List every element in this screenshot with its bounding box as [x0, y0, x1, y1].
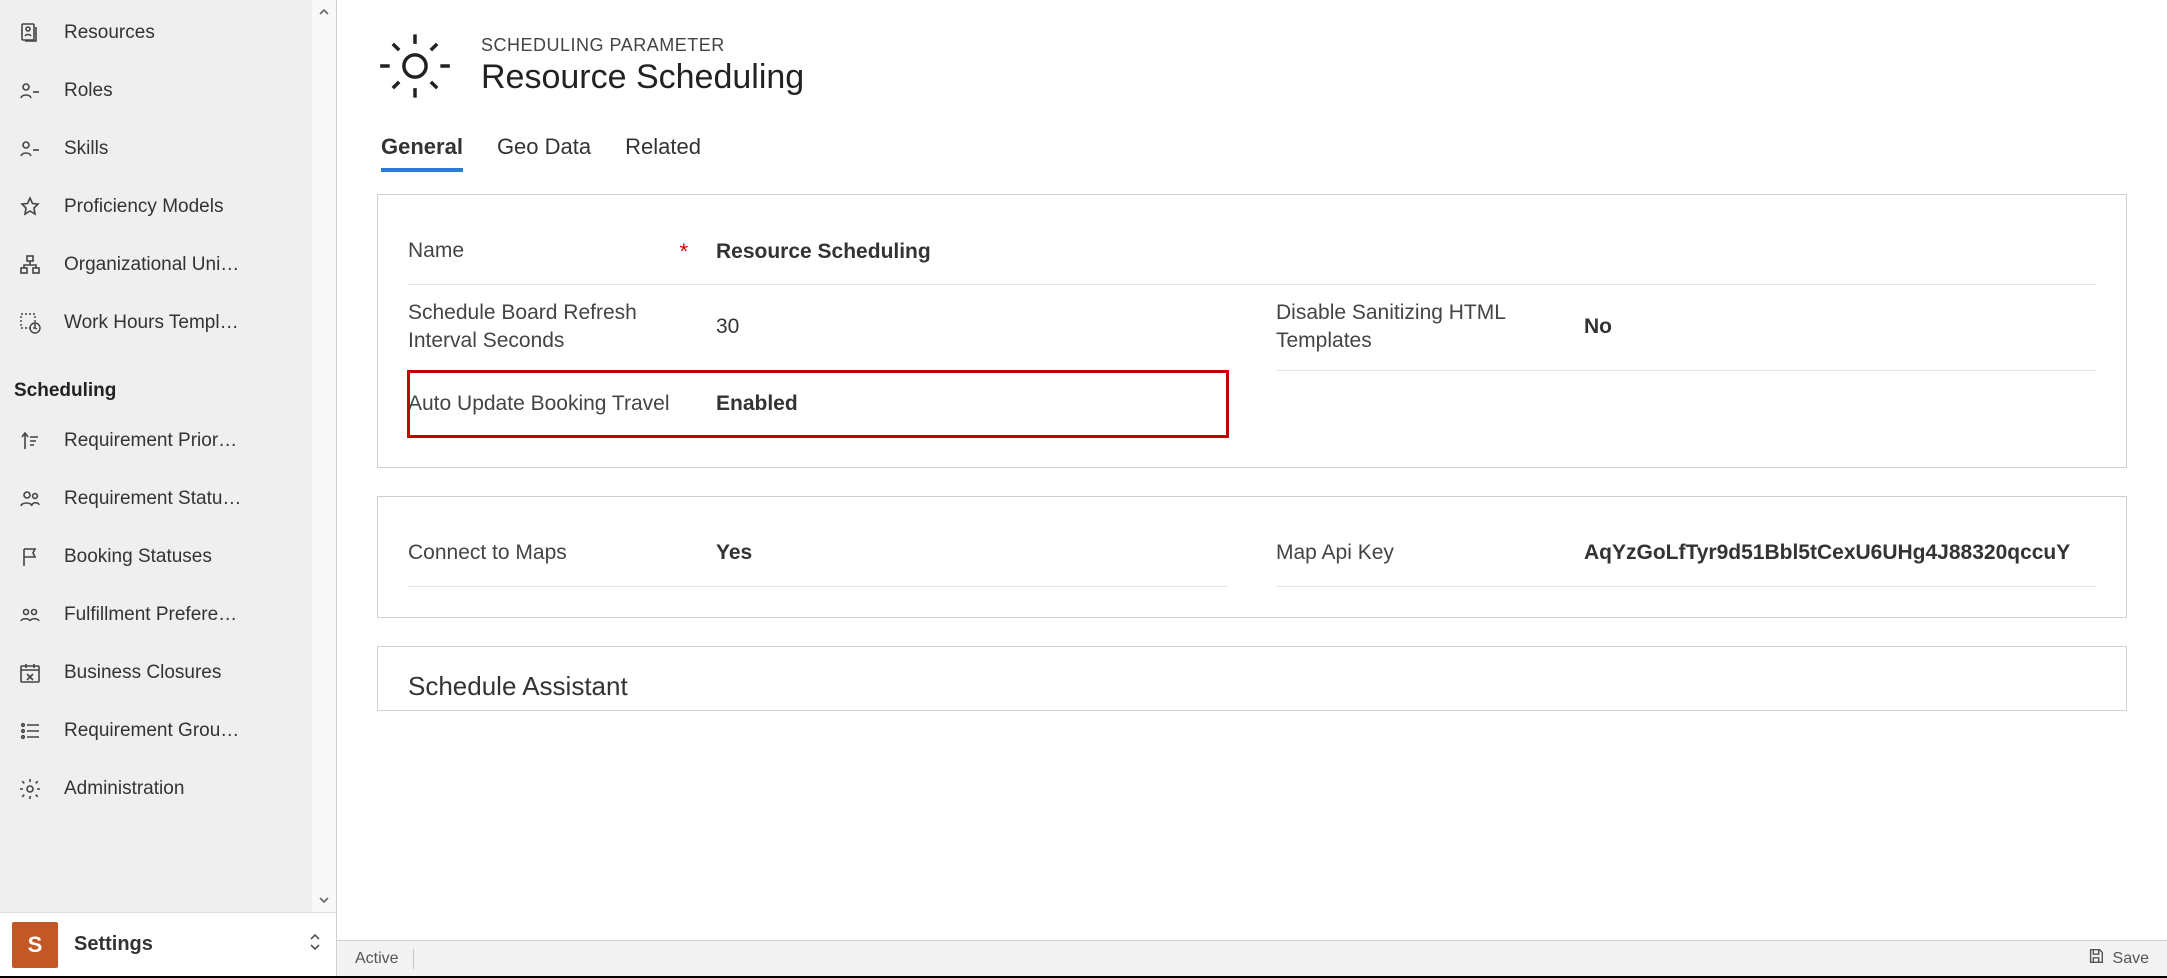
app-root: Resources Roles Skills Proficiency Model…: [0, 0, 2167, 978]
save-icon: [2087, 947, 2105, 970]
required-indicator: *: [679, 237, 688, 267]
calendar-x-icon: [16, 659, 44, 687]
nav-skills-label: Skills: [64, 138, 108, 160]
flag-icon: [16, 543, 44, 571]
gear-large-icon: [377, 28, 453, 104]
save-button-label: Save: [2113, 950, 2149, 968]
nav-skills[interactable]: Skills: [0, 120, 336, 178]
field-name-value: Resource Scheduling: [708, 240, 2096, 264]
nav-fulfillment-pref[interactable]: Fulfillment Prefere…: [0, 586, 336, 644]
sidebar-scroll-down[interactable]: [312, 888, 336, 912]
area-badge: S: [12, 922, 58, 968]
field-empty: [1276, 371, 2096, 437]
nav-administration-label: Administration: [64, 778, 184, 800]
nav-work-hours-label: Work Hours Templ…: [64, 312, 239, 334]
field-apikey-value: AqYzGoLfTyr9d51Bbl5tCexU6UHg4J88320qccuY: [1576, 541, 2096, 565]
field-sanitize-label: Disable Sanitizing HTML Templates: [1276, 299, 1556, 356]
nav-resources[interactable]: Resources: [0, 4, 336, 62]
statusbar: Active Save: [337, 940, 2167, 976]
main: SCHEDULING PARAMETER Resource Scheduling…: [336, 0, 2167, 976]
roles-icon: [16, 77, 44, 105]
field-refresh-interval[interactable]: Schedule Board Refresh Interval Seconds …: [408, 285, 1228, 371]
priority-icon: [16, 427, 44, 455]
page-eyebrow: SCHEDULING PARAMETER: [481, 35, 804, 56]
sidebar: Resources Roles Skills Proficiency Model…: [0, 0, 336, 976]
statusbar-separator: [413, 949, 414, 969]
field-refresh-label: Schedule Board Refresh Interval Seconds: [408, 299, 688, 356]
field-map-api-key[interactable]: Map Api Key AqYzGoLfTyr9d51Bbl5tCexU6UHg…: [1276, 521, 2096, 587]
area-label: Settings: [74, 933, 153, 956]
org-icon: [16, 251, 44, 279]
field-refresh-value: 30: [708, 315, 1228, 339]
nav-roles-label: Roles: [64, 80, 113, 102]
nav-roles[interactable]: Roles: [0, 62, 336, 120]
area-switcher[interactable]: S Settings: [0, 912, 336, 976]
field-auto-label: Auto Update Booking Travel: [408, 390, 688, 418]
field-auto-update-travel[interactable]: Auto Update Booking Travel Enabled: [408, 371, 1228, 437]
nav-proficiency-label: Proficiency Models: [64, 196, 223, 218]
sidebar-scroll-up[interactable]: [312, 0, 336, 24]
field-disable-sanitize[interactable]: Disable Sanitizing HTML Templates No: [1276, 285, 2096, 371]
sidebar-scroll-arrows: [312, 0, 336, 912]
nav-administration[interactable]: Administration: [0, 760, 336, 818]
nav-req-groups-label: Requirement Grou…: [64, 720, 239, 742]
section-general: Name * Resource Scheduling Schedule Boar…: [377, 194, 2127, 468]
nav-work-hours[interactable]: Work Hours Templ…: [0, 294, 336, 352]
nav-group-scheduling: Scheduling: [0, 352, 336, 412]
section-schedule-assistant-title: Schedule Assistant: [408, 671, 2096, 702]
page-title: Resource Scheduling: [481, 58, 804, 97]
updown-icon: [308, 932, 322, 958]
field-connect-maps[interactable]: Connect to Maps Yes: [408, 521, 1228, 587]
nav-proficiency[interactable]: Proficiency Models: [0, 178, 336, 236]
section-maps: Connect to Maps Yes Map Api Key AqYzGoLf…: [377, 496, 2127, 618]
nav-req-statuses[interactable]: Requirement Statu…: [0, 470, 336, 528]
nav-business-closures-label: Business Closures: [64, 662, 221, 684]
main-scroll[interactable]: SCHEDULING PARAMETER Resource Scheduling…: [337, 0, 2167, 940]
nav-req-priorities[interactable]: Requirement Prior…: [0, 412, 336, 470]
tab-related[interactable]: Related: [625, 134, 701, 172]
field-auto-value: Enabled: [708, 392, 1228, 416]
tab-geo-data[interactable]: Geo Data: [497, 134, 591, 172]
nav-resources-label: Resources: [64, 22, 155, 44]
people-icon: [16, 485, 44, 513]
nav-booking-statuses-label: Booking Statuses: [64, 546, 212, 568]
field-name[interactable]: Name * Resource Scheduling: [408, 219, 2096, 285]
group-icon: [16, 601, 44, 629]
nav-fulfillment-pref-label: Fulfillment Prefere…: [64, 604, 237, 626]
gear-icon: [16, 775, 44, 803]
clock-box-icon: [16, 309, 44, 337]
nav-booking-statuses[interactable]: Booking Statuses: [0, 528, 336, 586]
nav-org-units-label: Organizational Uni…: [64, 254, 239, 276]
nav-req-groups[interactable]: Requirement Grou…: [0, 702, 336, 760]
field-name-label: Name *: [408, 237, 688, 267]
field-maps-label: Connect to Maps: [408, 539, 688, 567]
field-apikey-label: Map Api Key: [1276, 539, 1556, 567]
page-header: SCHEDULING PARAMETER Resource Scheduling: [377, 28, 2127, 104]
field-maps-value: Yes: [708, 541, 1228, 565]
sidebar-scroll[interactable]: Resources Roles Skills Proficiency Model…: [0, 0, 336, 912]
nav-req-statuses-label: Requirement Statu…: [64, 488, 241, 510]
nav-org-units[interactable]: Organizational Uni…: [0, 236, 336, 294]
nav-req-priorities-label: Requirement Prior…: [64, 430, 237, 452]
list-icon: [16, 717, 44, 745]
star-icon: [16, 193, 44, 221]
field-sanitize-value: No: [1576, 315, 2096, 339]
section-schedule-assistant: Schedule Assistant: [377, 646, 2127, 711]
tabs: General Geo Data Related: [377, 134, 2127, 172]
record-state: Active: [355, 950, 399, 968]
resource-icon: [16, 19, 44, 47]
save-button[interactable]: Save: [2087, 947, 2149, 970]
nav-business-closures[interactable]: Business Closures: [0, 644, 336, 702]
field-name-label-text: Name: [408, 237, 464, 265]
roles-icon: [16, 135, 44, 163]
tab-general[interactable]: General: [381, 134, 463, 172]
